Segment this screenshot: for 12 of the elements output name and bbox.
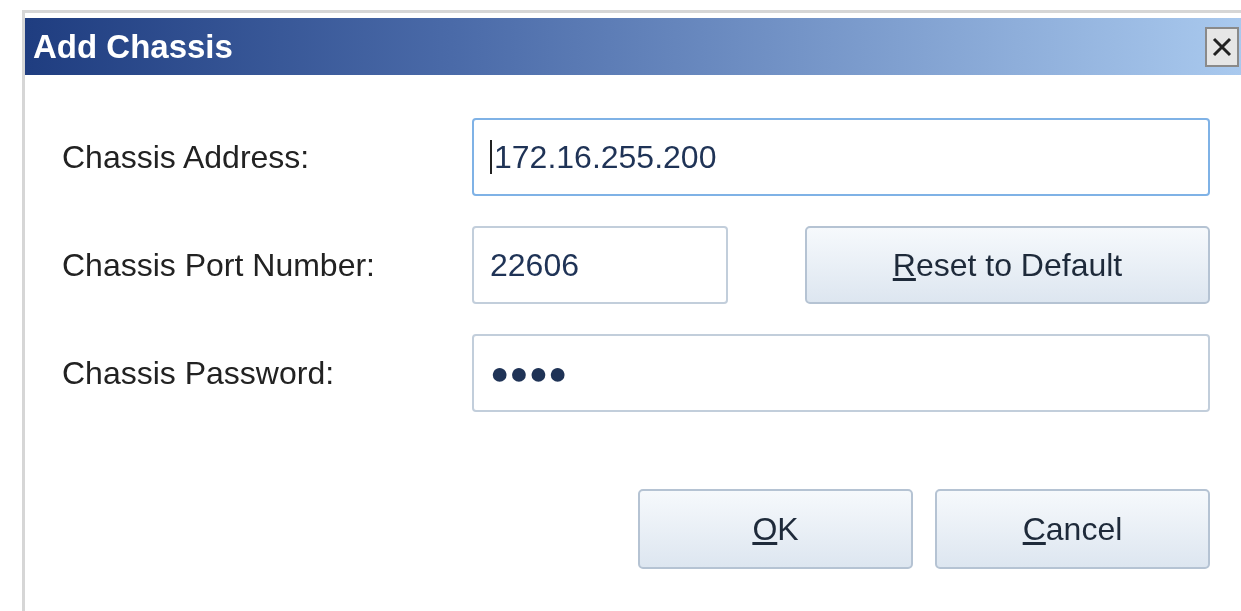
dialog-button[interactable]: OK xyxy=(638,489,913,569)
input-field[interactable]: 22606 xyxy=(472,226,728,304)
field-label: Chassis Port Number: xyxy=(62,246,376,285)
close-button[interactable] xyxy=(1205,26,1239,67)
reset-button[interactable]: Reset to Default xyxy=(805,226,1210,304)
input-field[interactable]: ●●●● xyxy=(472,334,1210,412)
field-label: Chassis Address: xyxy=(62,138,311,177)
window-title: Add Chassis xyxy=(33,26,233,67)
field-label: Chassis Password: xyxy=(62,354,336,393)
input-field[interactable]: 172.16.255.200 xyxy=(472,118,1210,196)
close-icon xyxy=(1211,35,1233,58)
dialog-button[interactable]: Cancel xyxy=(935,489,1210,569)
